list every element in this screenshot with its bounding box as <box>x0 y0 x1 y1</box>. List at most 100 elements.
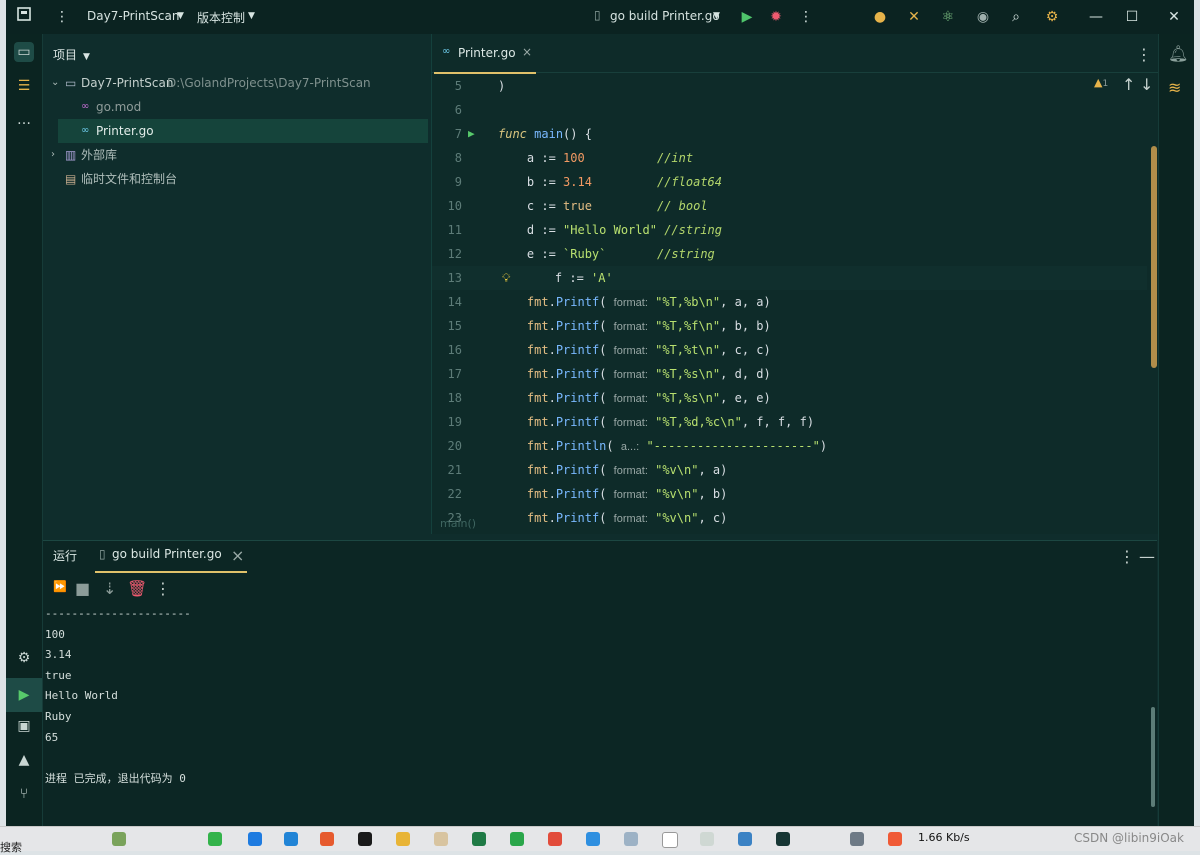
lightbulb-icon[interactable]: 💡︎ <box>502 266 510 290</box>
tab-printer-go[interactable]: ∞ Printer.go × <box>434 34 536 74</box>
code-line[interactable]: 15 fmt.Printf( format: "%T,%f\n", b, b) <box>432 314 1147 338</box>
code-line[interactable]: 17 fmt.Printf( format: "%T,%s\n", d, d) <box>432 362 1147 386</box>
code-line[interactable]: 8 a := 100 //int <box>432 146 1147 170</box>
code-line[interactable]: 22 fmt.Printf( format: "%v\n", b) <box>432 482 1147 506</box>
goland-icon[interactable] <box>776 832 790 846</box>
run-config-tab[interactable]: ▯ go build Printer.go × <box>95 541 247 573</box>
hide-panel-icon[interactable]: — <box>1139 547 1155 566</box>
code-line[interactable]: 11 d := "Hello World" //string <box>432 218 1147 242</box>
project-name[interactable]: Day7-PrintScan <box>87 9 179 23</box>
record-icon[interactable]: ◉ <box>973 7 993 27</box>
code-line[interactable]: 16 fmt.Printf( format: "%T,%t\n", c, c) <box>432 338 1147 362</box>
chevron-down-icon[interactable]: ▼ <box>713 11 720 21</box>
debug-icon[interactable]: ✹ <box>766 7 786 27</box>
run-icon[interactable]: ▶ <box>737 7 757 27</box>
app-icon[interactable] <box>888 832 902 846</box>
code-line[interactable]: 12 e := `Ruby` //string <box>432 242 1147 266</box>
stop-icon[interactable]: ■ <box>75 579 90 598</box>
more-icon[interactable]: ⋮ <box>1119 547 1135 566</box>
code-line[interactable]: 20 fmt.Println( a...: "-----------------… <box>432 434 1147 458</box>
code-line[interactable]: 10 c := true // bool <box>432 194 1147 218</box>
chrome-icon[interactable] <box>548 832 562 846</box>
tree-item-scratches[interactable]: ▤ 临时文件和控制台 <box>43 167 425 191</box>
app-logo-icon[interactable] <box>14 7 34 27</box>
tree-item-go-mod[interactable]: ∞ go.mod <box>43 95 425 119</box>
excel-icon[interactable] <box>472 832 486 846</box>
structure-icon[interactable]: ☰ <box>14 76 34 96</box>
search-icon[interactable]: ⌕ <box>1006 7 1026 27</box>
code-line[interactable]: 9 b := 3.14 //float64 <box>432 170 1147 194</box>
typora-icon[interactable] <box>662 832 678 848</box>
folder-icon[interactable] <box>396 832 410 846</box>
more-icon[interactable]: ⋮ <box>1136 45 1152 64</box>
app-icon[interactable] <box>320 832 334 846</box>
project-panel-title[interactable]: 项目 ▼ <box>53 46 90 63</box>
chevron-down-icon[interactable]: ▼ <box>177 11 184 21</box>
rerun-icon[interactable]: ⏩ <box>53 580 67 593</box>
minimize-icon[interactable]: — <box>1086 7 1106 27</box>
code-line[interactable]: 21 fmt.Printf( format: "%v\n", a) <box>432 458 1147 482</box>
code-line[interactable]: 14 fmt.Printf( format: "%T,%b\n", a, a) <box>432 290 1147 314</box>
console-scrollbar[interactable] <box>1151 707 1155 807</box>
search-label[interactable]: 搜索 <box>0 839 22 855</box>
tree-root[interactable]: ⌄ ▭ Day7-PrintScan D:\GolandProjects\Day… <box>43 71 425 95</box>
project-view-icon[interactable]: ▭ <box>14 42 34 62</box>
chevron-right-icon[interactable]: › <box>51 143 55 167</box>
maximize-icon[interactable]: ☐ <box>1122 7 1142 27</box>
tree-item-external-libs[interactable]: › ▥ 外部库 <box>43 143 425 167</box>
problems-icon[interactable]: ▲ <box>14 750 34 770</box>
trash-icon[interactable]: 🗑︎ <box>127 579 147 598</box>
more-tools-icon[interactable]: … <box>14 110 34 130</box>
settings-icon[interactable]: ⚙ <box>1042 7 1062 27</box>
app-icon[interactable] <box>738 832 752 846</box>
more-icon[interactable]: ⋮ <box>796 7 816 27</box>
chevron-down-icon[interactable]: ⌄ <box>51 71 59 95</box>
more-icon[interactable]: ⋮ <box>155 579 171 598</box>
vcs-menu[interactable]: 版本控制 <box>197 9 245 26</box>
settings-icon[interactable] <box>850 832 864 846</box>
console-line: Hello World <box>45 689 118 703</box>
run-tab[interactable]: 运行 <box>53 547 77 564</box>
scroll-to-end-icon[interactable]: ⇣ <box>103 579 116 598</box>
app-icon[interactable] <box>700 832 714 846</box>
editor-scrollbar[interactable] <box>1151 146 1157 368</box>
go-file-icon: ∞ <box>442 46 451 57</box>
run-tool-icon[interactable]: ▶ <box>6 678 42 712</box>
code-area[interactable]: 5) 6 7 func main() {▶ 8 a := 100 //int 9 b :=… <box>432 74 1158 525</box>
kebab-icon[interactable]: ⋮ <box>52 7 72 27</box>
run-config-selector[interactable]: go build Printer.go <box>610 9 720 23</box>
todo-icon[interactable] <box>284 832 298 846</box>
atom-icon[interactable]: ⚛ <box>938 7 958 27</box>
close-icon[interactable]: ✕ <box>1164 7 1184 27</box>
collab-icon[interactable]: ● <box>870 7 890 27</box>
database-icon[interactable]: ≋ <box>1168 78 1181 97</box>
chevron-down-icon[interactable]: ▼ <box>248 11 255 21</box>
git-icon[interactable]: ⑂ <box>14 784 34 804</box>
code-line[interactable]: 13 f := 'A' 💡︎ <box>432 266 1147 290</box>
terminal-icon[interactable]: ▣ <box>14 716 34 736</box>
code-line[interactable]: 23 fmt.Printf( format: "%v\n", c) <box>432 506 1147 530</box>
code-line[interactable]: 7 func main() {▶ <box>432 122 1147 146</box>
breadcrumb[interactable]: main() <box>440 517 476 530</box>
tree-item-printer-go[interactable]: ∞ Printer.go <box>58 119 428 143</box>
services-icon[interactable]: ⚙ <box>14 648 34 668</box>
code-line[interactable]: 18 fmt.Printf( format: "%T,%s\n", e, e) <box>432 386 1147 410</box>
code-line[interactable]: 19 fmt.Printf( format: "%T,%d,%c\n", f, … <box>432 410 1147 434</box>
hbuilder-icon[interactable] <box>510 832 524 846</box>
edge-icon[interactable] <box>248 832 262 846</box>
console-line: 进程 已完成，退出代码为 0 <box>45 771 186 785</box>
wechat-icon[interactable] <box>208 832 222 846</box>
app-icon[interactable] <box>434 832 448 846</box>
run-gutter-icon[interactable]: ▶ <box>468 122 475 146</box>
console-output[interactable]: ---------------------- 100 3.14 true Hello W… <box>45 604 1105 824</box>
notifications-icon[interactable]: 🔔︎ <box>1168 44 1188 63</box>
vscode-icon[interactable] <box>586 832 600 846</box>
build-tools-icon[interactable]: ✕ <box>904 7 924 27</box>
code-line[interactable]: 6 <box>432 98 1147 122</box>
close-tab-icon[interactable]: × <box>231 546 244 565</box>
close-tab-icon[interactable]: × <box>522 45 532 59</box>
code-line[interactable]: 5) <box>432 74 1147 98</box>
app-icon[interactable] <box>624 832 638 846</box>
tray-app-icon[interactable] <box>112 832 126 846</box>
jetbrains-icon[interactable] <box>358 832 372 846</box>
